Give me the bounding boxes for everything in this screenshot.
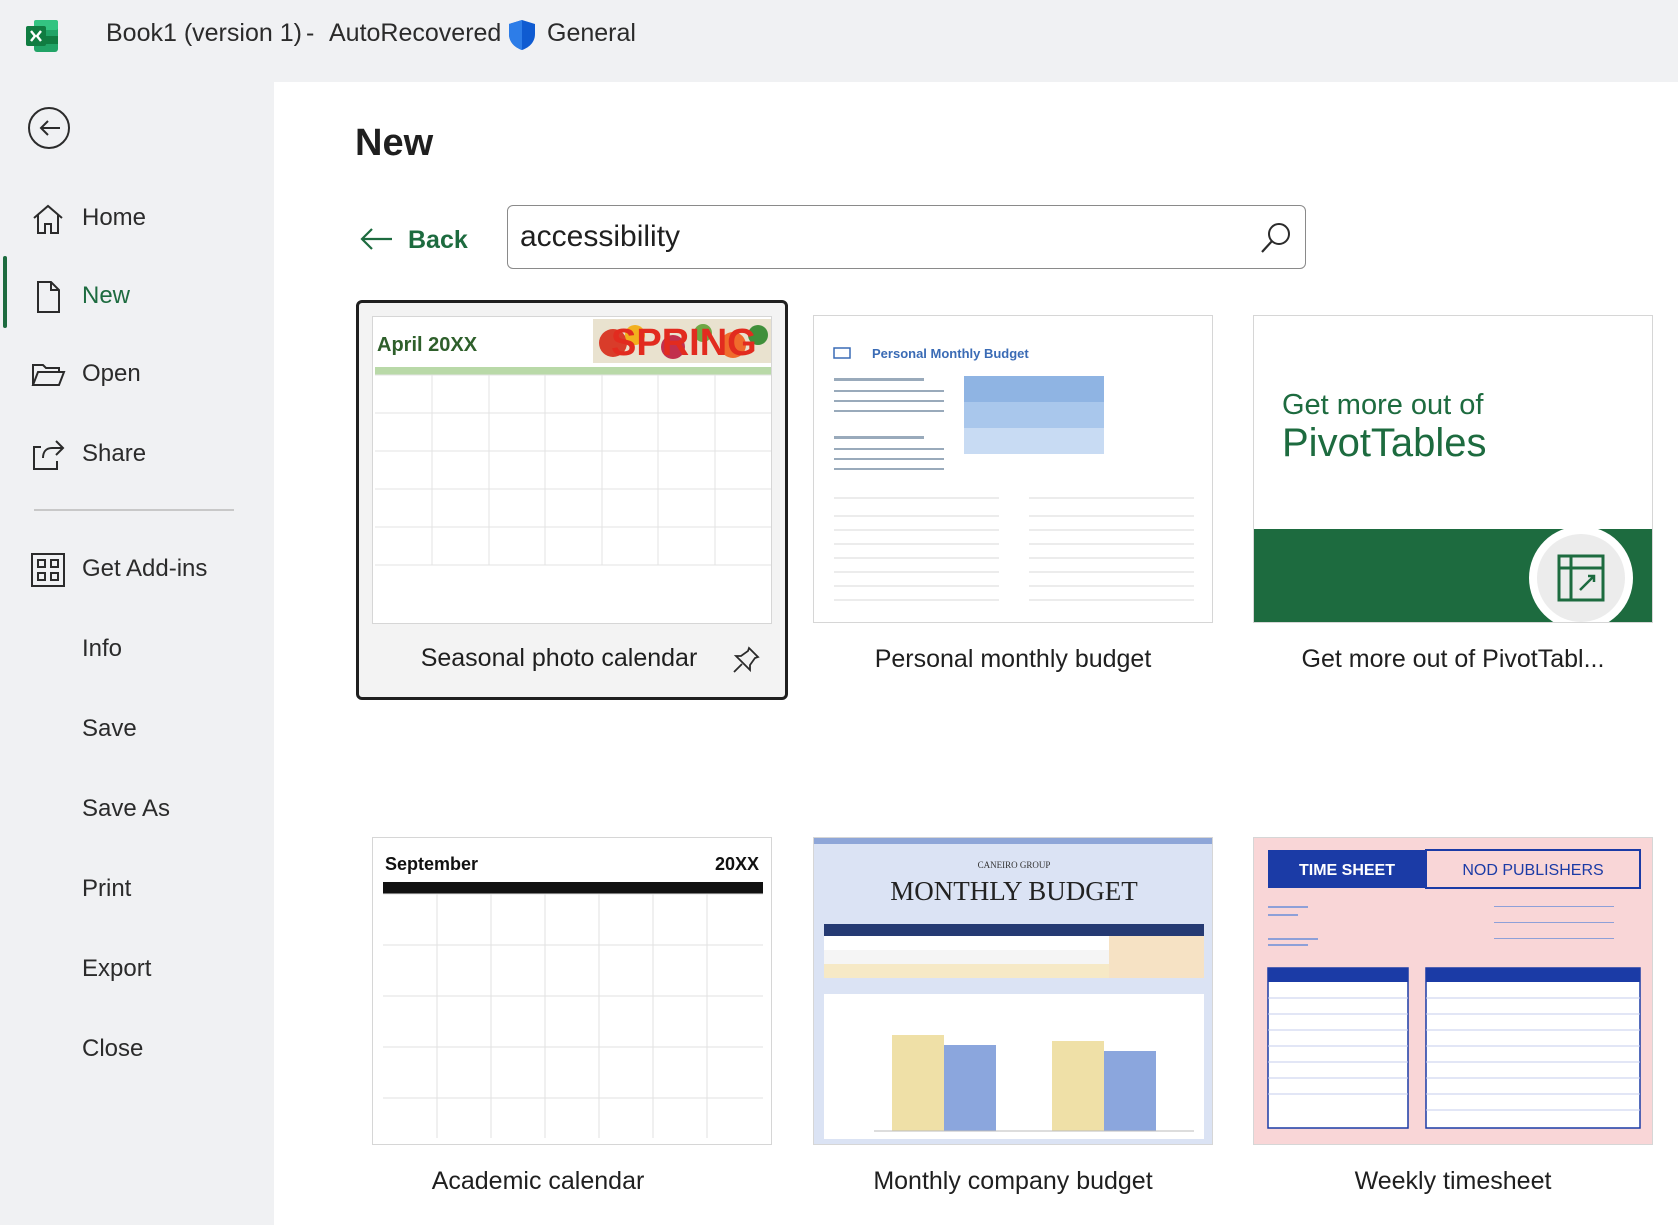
sidebar-item-label: New — [82, 282, 131, 309]
title-separator: - — [306, 19, 315, 47]
sidebar-item-label: Get Add-ins — [82, 555, 208, 582]
thumb-month: September — [385, 854, 478, 874]
template-card-label: Academic calendar — [431, 1167, 645, 1195]
template-card-label: Monthly company budget — [873, 1167, 1153, 1195]
share-icon — [33, 440, 65, 470]
template-thumbnail: September 20XX — [372, 837, 772, 1145]
sidebar-item-share[interactable]: Share — [0, 424, 274, 486]
template-thumbnail: CANEIRO GROUP MONTHLY BUDGET — [813, 837, 1213, 1145]
sidebar-item-info[interactable]: Info — [0, 619, 274, 681]
template-search-box — [507, 205, 1306, 269]
sidebar-item-label: Print — [82, 875, 132, 902]
new-workbook-panel: New Back SPRING April 20XX — [274, 82, 1678, 1225]
thumb-banner: SPRING — [611, 322, 757, 364]
sidebar-item-open[interactable]: Open — [0, 344, 274, 406]
sidebar-item-label: Home — [82, 204, 147, 231]
sidebar-item-label: Save — [82, 715, 137, 742]
template-card-seasonal-photo-calendar[interactable]: SPRING April 20XX Seasonal photo calenda… — [356, 300, 788, 700]
sidebar-item-save[interactable]: Save — [0, 699, 274, 761]
template-card-personal-monthly-budget[interactable]: Personal Monthly Budget Personal monthly… — [813, 315, 1213, 685]
sensitivity-label[interactable]: General — [547, 19, 636, 48]
sidebar-divider — [34, 509, 234, 511]
thumb-title: Personal Monthly Budget — [872, 346, 1029, 361]
folder-open-icon — [31, 364, 66, 386]
search-back-button[interactable]: Back — [358, 221, 498, 261]
sidebar-item-label: Save As — [82, 795, 171, 822]
template-card-academic-calendar[interactable]: September 20XX Academic calendar — [372, 837, 772, 1207]
backstage-back-button[interactable] — [28, 107, 70, 149]
sidebar-item-close[interactable]: Close — [0, 1019, 274, 1081]
thumb-left: TIME SHEET — [1299, 862, 1395, 879]
document-title: Book1 (version 1) — [106, 19, 302, 47]
sidebar-item-home[interactable]: Home — [0, 188, 274, 250]
sidebar-item-export[interactable]: Export — [0, 939, 274, 1001]
backstage-sidebar: Home New Open Share Get Add-ins Info Sav… — [0, 82, 274, 1225]
thumb-line1: Get more out of — [1282, 389, 1484, 421]
template-thumbnail: Personal Monthly Budget — [813, 315, 1213, 623]
sidebar-item-print[interactable]: Print — [0, 859, 274, 921]
template-card-monthly-company-budget[interactable]: CANEIRO GROUP MONTHLY BUDGET Monthly com… — [813, 837, 1213, 1207]
home-icon — [33, 204, 63, 234]
template-search-input[interactable] — [520, 216, 1220, 258]
new-document-icon — [37, 281, 60, 313]
sidebar-item-label: Open — [82, 360, 141, 387]
sidebar-item-new[interactable]: New — [0, 266, 274, 328]
sidebar-item-label: Close — [82, 1035, 144, 1062]
template-thumbnail: SPRING April 20XX — [372, 316, 772, 624]
template-card-label: Get more out of PivotTabl... — [1301, 645, 1605, 673]
back-arrow-icon — [360, 228, 392, 250]
pin-icon[interactable] — [731, 645, 761, 675]
thumb-year: 20XX — [715, 854, 759, 874]
autorecovered-label: AutoRecovered — [329, 19, 502, 47]
thumb-title: April 20XX — [377, 334, 478, 356]
thumb-title: MONTHLY BUDGET — [890, 876, 1138, 906]
thumb-company: CANEIRO GROUP — [978, 860, 1051, 870]
page-title: New — [355, 122, 434, 164]
sidebar-item-label: Export — [82, 955, 152, 982]
template-card-label: Seasonal photo calendar — [420, 644, 698, 672]
template-card-weekly-timesheet[interactable]: TIME SHEET NOD PUBLISHERS Weekly timeshe… — [1253, 837, 1653, 1207]
title-bar: Book1 (version 1) - AutoRecovered Genera… — [0, 0, 1678, 82]
template-card-pivottables-tour[interactable]: Get more out of PivotTables Get more out… — [1253, 315, 1653, 685]
template-thumbnail: TIME SHEET NOD PUBLISHERS — [1253, 837, 1653, 1145]
sidebar-item-label: Info — [82, 635, 123, 662]
search-icon[interactable] — [1258, 220, 1294, 256]
sidebar-item-save-as[interactable]: Save As — [0, 779, 274, 841]
thumb-line2: PivotTables — [1282, 421, 1487, 465]
back-arrow-icon — [39, 120, 60, 136]
add-ins-grid-icon — [31, 553, 65, 587]
template-card-label: Weekly timesheet — [1354, 1167, 1552, 1195]
sidebar-item-get-add-ins[interactable]: Get Add-ins — [0, 539, 274, 601]
excel-logo-icon — [26, 20, 58, 52]
thumb-right: NOD PUBLISHERS — [1462, 862, 1603, 879]
template-card-label: Personal monthly budget — [874, 645, 1152, 673]
back-label: Back — [408, 226, 468, 254]
sidebar-item-label: Share — [82, 440, 147, 467]
sensitivity-shield-icon[interactable] — [507, 18, 537, 52]
template-thumbnail: Get more out of PivotTables — [1253, 315, 1653, 623]
